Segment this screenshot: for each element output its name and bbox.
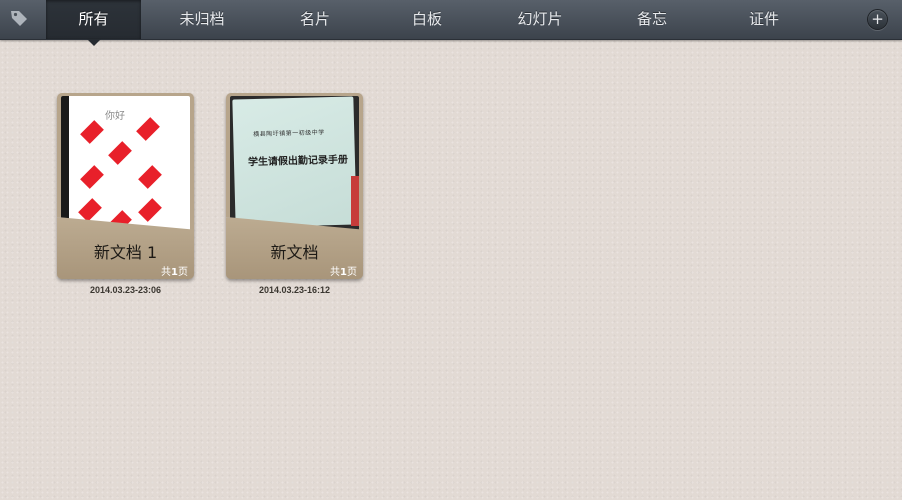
thumbnail-caption: 你好 (105, 111, 125, 122)
add-button[interactable]: + (867, 9, 888, 30)
document-title: 新文档 (270, 243, 319, 262)
document-item[interactable]: 横县陶圩镇第一初级中学 学生请假出勤记录手册 新文档 共1页 2014.03.2… (226, 93, 363, 295)
tag-icon (9, 8, 29, 32)
diamond-mark (138, 198, 162, 222)
category-tabs: 所有 未归档 名片 白板 幻灯片 备忘 证件 (46, 0, 817, 46)
document-card[interactable]: 横县陶圩镇第一初级中学 学生请假出勤记录手册 新文档 共1页 (226, 93, 363, 279)
tab-whiteboard[interactable]: 白板 (367, 0, 487, 39)
diamond-mark (80, 165, 104, 189)
tag-button[interactable] (0, 0, 38, 39)
tab-slides[interactable]: 幻灯片 (487, 0, 593, 39)
thumbnail-line: 横县陶圩镇第一初级中学 (253, 129, 325, 139)
page-count: 共1页 (161, 267, 188, 278)
document-thumbnail: 你好 (61, 96, 190, 236)
tab-business-cards[interactable]: 名片 (263, 0, 367, 39)
document-item[interactable]: 你好 新文档 1 共1页 2014.03.23-23:06 (57, 93, 194, 295)
diamond-mark (138, 165, 162, 189)
thumbnail-title: 学生请假出勤记录手册 (247, 154, 349, 169)
document-thumbnail: 横县陶圩镇第一初级中学 学生请假出勤记录手册 (230, 96, 359, 236)
diamond-mark (136, 117, 160, 141)
page-count: 共1页 (330, 267, 357, 278)
tab-id-documents[interactable]: 证件 (711, 0, 817, 39)
document-date: 2014.03.23-16:12 (258, 285, 331, 295)
diamond-mark (80, 120, 104, 144)
tab-unarchived[interactable]: 未归档 (141, 0, 263, 39)
plus-icon: + (871, 10, 884, 28)
document-card[interactable]: 你好 新文档 1 共1页 (57, 93, 194, 279)
diamond-mark (108, 141, 132, 165)
document-title: 新文档 1 (93, 243, 158, 262)
top-toolbar: 所有 未归档 名片 白板 幻灯片 备忘 证件 + (0, 0, 902, 46)
diamond-mark (78, 198, 102, 222)
document-date: 2014.03.23-23:06 (89, 285, 162, 295)
tab-memo[interactable]: 备忘 (593, 0, 711, 39)
tab-all[interactable]: 所有 (46, 0, 141, 46)
